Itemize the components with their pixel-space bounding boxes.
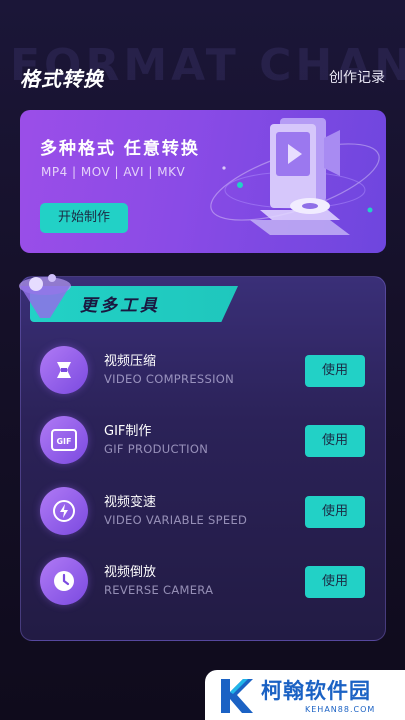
site-logo-text: 柯翰软件园 [261,679,371,703]
banner-title: 多种格式 任意转换 [40,139,200,159]
tool-row-video-reverse[interactable]: 视频倒放 REVERSE CAMERA 使用 [40,557,370,607]
svg-text:GIF: GIF [56,437,71,446]
video-illustration-icon [210,118,380,235]
site-logo-url: KEHAN88.COM [305,705,376,714]
more-tools-title: 更多工具 [80,296,160,316]
lightning-icon [40,487,88,535]
k-logo-icon [221,679,253,713]
format-convert-banner[interactable]: 多种格式 任意转换 MP4 | MOV | AVI | MKV 开始制作 [20,110,386,253]
clock-icon [40,557,88,605]
creation-history-link[interactable]: 创作记录 [329,67,385,87]
tool-subtitle: GIF PRODUCTION [104,442,209,456]
use-button[interactable]: 使用 [305,496,365,528]
tool-subtitle: VIDEO COMPRESSION [104,372,235,386]
tool-subtitle: REVERSE CAMERA [104,583,214,597]
tool-name: 视频倒放 [104,565,157,580]
tool-row-video-compression[interactable]: 视频压缩 VIDEO COMPRESSION 使用 [40,346,370,396]
banner-formats: MP4 | MOV | AVI | MKV [41,165,186,179]
start-button[interactable]: 开始制作 [40,203,128,233]
tool-row-gif-production[interactable]: GIF GIF制作 GIF PRODUCTION 使用 [40,416,370,466]
tool-row-video-speed[interactable]: 视频变速 VIDEO VARIABLE SPEED 使用 [40,487,370,537]
tool-name: 视频压缩 [104,354,157,369]
tool-name: 视频变速 [104,495,157,510]
header: 格式转换 创作记录 [20,63,385,91]
gif-icon: GIF [40,416,88,464]
use-button[interactable]: 使用 [305,566,365,598]
site-watermark-logo: 柯翰软件园 KEHAN88.COM [205,670,405,720]
tool-name: GIF制作 [104,424,152,439]
funnel-icon [19,274,71,318]
use-button[interactable]: 使用 [305,425,365,457]
tool-subtitle: VIDEO VARIABLE SPEED [104,513,248,527]
compress-icon [40,346,88,394]
use-button[interactable]: 使用 [305,355,365,387]
page-title: 格式转换 [20,67,104,91]
